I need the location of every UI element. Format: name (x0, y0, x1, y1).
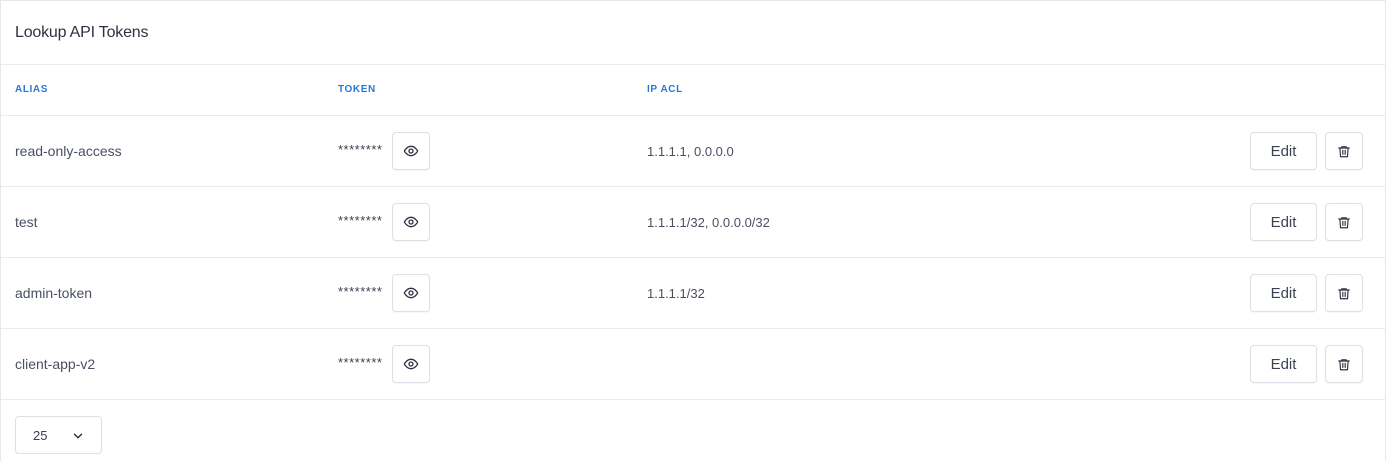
delete-button[interactable] (1325, 274, 1363, 312)
token-masked: ******** (338, 213, 383, 228)
trash-icon (1337, 215, 1351, 230)
token-alias: client-app-v2 (15, 356, 96, 372)
eye-icon (403, 214, 419, 230)
token-ip-acl: 1.1.1.1/32 (647, 286, 705, 301)
table-row: client-app-v2 ******** Edit (1, 329, 1385, 400)
eye-icon (403, 356, 419, 372)
delete-button[interactable] (1325, 132, 1363, 170)
reveal-token-button[interactable] (392, 203, 430, 241)
column-header-ip-acl: IP ACL (647, 84, 683, 95)
eye-icon (403, 143, 419, 159)
page-title: Lookup API Tokens (15, 23, 149, 41)
reveal-token-button[interactable] (392, 345, 430, 383)
page-size-value: 25 (33, 428, 48, 443)
trash-icon (1337, 286, 1351, 301)
delete-button[interactable] (1325, 203, 1363, 241)
trash-icon (1337, 144, 1351, 159)
token-ip-acl: 1.1.1.1, 0.0.0.0 (647, 144, 734, 159)
column-header-token: TOKEN (338, 84, 376, 95)
chevron-down-icon (71, 429, 85, 443)
token-ip-acl: 1.1.1.1/32, 0.0.0.0/32 (647, 215, 770, 230)
reveal-token-button[interactable] (392, 132, 430, 170)
token-masked: ******** (338, 355, 383, 370)
edit-button[interactable]: Edit (1250, 274, 1317, 312)
reveal-token-button[interactable] (392, 274, 430, 312)
token-alias: test (15, 214, 38, 230)
token-masked: ******** (338, 142, 383, 157)
card-header: Lookup API Tokens (1, 1, 1385, 65)
token-alias: admin-token (15, 285, 93, 301)
table-row: read-only-access ******** 1.1.1.1, 0.0.0… (1, 116, 1385, 187)
eye-icon (403, 285, 419, 301)
token-masked: ******** (338, 284, 383, 299)
api-tokens-card: Lookup API Tokens ALIAS TOKEN IP ACL rea… (0, 0, 1386, 461)
trash-icon (1337, 357, 1351, 372)
column-header-alias: ALIAS (15, 84, 48, 95)
table-header: ALIAS TOKEN IP ACL (1, 65, 1385, 116)
page-size-select[interactable]: 25 (15, 416, 102, 454)
delete-button[interactable] (1325, 345, 1363, 383)
table-footer: 25 (1, 400, 1385, 462)
table-row: test ******** 1.1.1.1/32, 0.0.0.0/32 Edi… (1, 187, 1385, 258)
edit-button[interactable]: Edit (1250, 203, 1317, 241)
edit-button[interactable]: Edit (1250, 132, 1317, 170)
token-alias: read-only-access (15, 143, 122, 159)
table-row: admin-token ******** 1.1.1.1/32 Edit (1, 258, 1385, 329)
edit-button[interactable]: Edit (1250, 345, 1317, 383)
